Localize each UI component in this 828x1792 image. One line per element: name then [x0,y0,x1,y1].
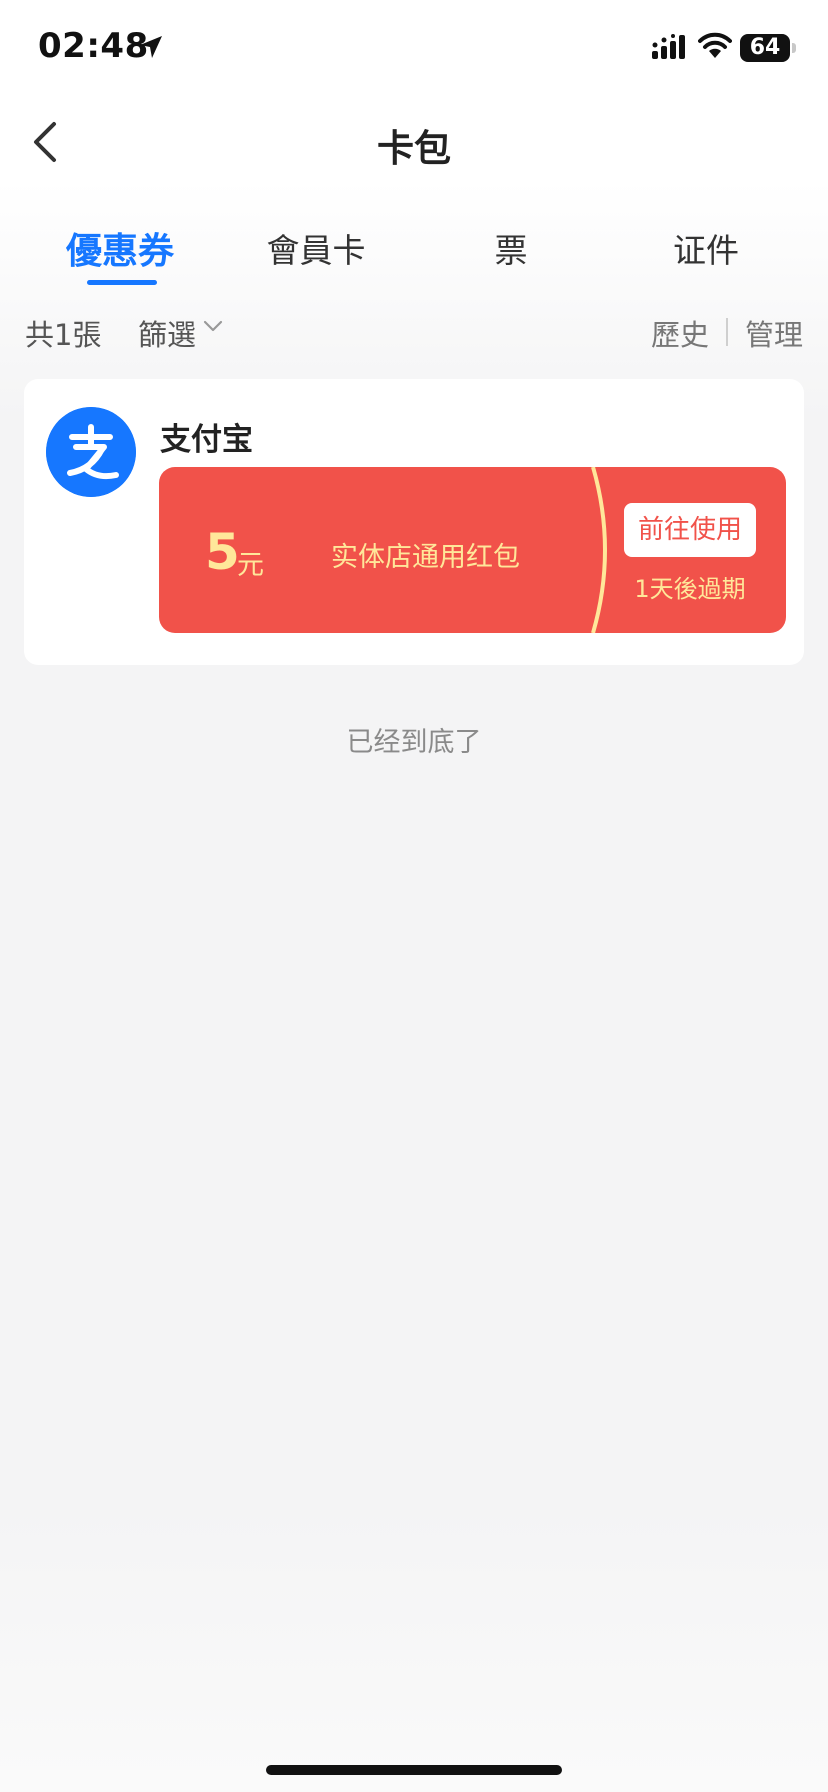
page-title: 卡包 [377,127,451,170]
home-indicator[interactable] [266,1765,562,1775]
coupon-expiry: 1天後過期 [634,575,746,603]
end-of-list-note: 已经到底了 [346,727,482,758]
merchant-name: 支付宝 [160,422,253,458]
filter-button[interactable]: 篩選 [138,312,196,354]
tab-tickets[interactable]: 票 [411,224,611,272]
status-bar: 02:48 64 [0,0,828,100]
coupon-name: 实体店通用红包 [331,542,520,573]
active-tab-indicator [87,280,157,285]
cellular-signal-icon [652,34,685,59]
coupon-unit: 元 [237,550,264,581]
battery-cap [792,43,796,53]
use-now-button[interactable]: 前往使用 [624,503,756,557]
chevron-down-icon[interactable] [202,318,224,334]
history-link[interactable]: 歷史 [651,312,709,354]
alipay-logo-icon [46,407,136,497]
toolbar-divider [726,318,728,346]
battery-icon: 64 [740,34,790,62]
wifi-icon [698,32,732,58]
tab-membership-cards[interactable]: 會員卡 [216,224,416,272]
location-arrow-icon [140,36,162,58]
coupon-count: 共1張 [25,318,102,352]
tab-ids[interactable]: 证件 [606,224,806,272]
coupon-ticket[interactable]: 5 元 实体店通用红包 前往使用 1天後過期 [159,467,786,633]
manage-link[interactable]: 管理 [745,312,803,354]
coupon-amount: 5 [205,523,240,581]
tab-coupons[interactable]: 優惠券 [20,222,220,274]
status-time: 02:48 [38,26,149,66]
